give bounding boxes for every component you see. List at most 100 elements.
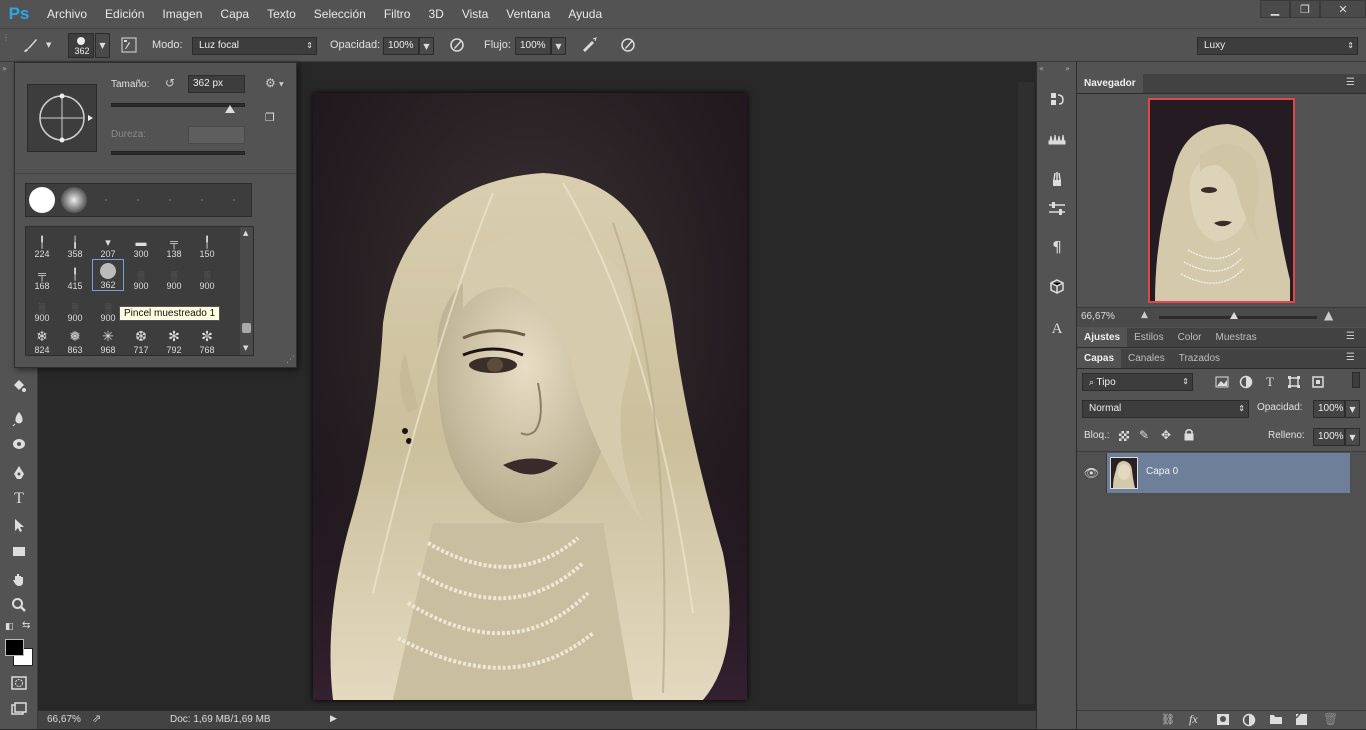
layer-name[interactable]: Capa 0 bbox=[1146, 466, 1178, 477]
tab-capas[interactable]: Capas bbox=[1077, 349, 1122, 368]
brush-angle-preview[interactable] bbox=[27, 84, 97, 152]
vertical-scrollbar[interactable] bbox=[1018, 82, 1034, 704]
type-tool-icon[interactable]: T bbox=[7, 488, 31, 510]
brush-thumb-snowflake[interactable]: ✼ 768 bbox=[191, 323, 223, 355]
filter-smartobject-icon[interactable] bbox=[1309, 373, 1327, 391]
filter-pixel-icon[interactable] bbox=[1213, 373, 1231, 391]
new-preset-icon[interactable]: ❐ bbox=[265, 111, 275, 124]
settings-dropdown-arrow-icon[interactable]: ▼ bbox=[279, 81, 284, 88]
layer-opacity-arrow-icon[interactable]: ▼ bbox=[1345, 400, 1360, 418]
brush-thumb-scatter[interactable]: ░ 900 bbox=[26, 291, 58, 323]
brush-thumb-snowflake[interactable]: ✻ 792 bbox=[158, 323, 190, 355]
lock-all-icon[interactable] bbox=[1183, 428, 1195, 444]
collapse-arrows-icon[interactable]: » bbox=[1065, 64, 1070, 73]
status-menu-arrow-icon[interactable]: ▶ bbox=[330, 714, 337, 724]
add-mask-icon[interactable] bbox=[1217, 714, 1229, 725]
filter-toggle[interactable] bbox=[1352, 372, 1360, 388]
filter-adjustment-icon[interactable] bbox=[1237, 373, 1255, 391]
hard-round-brush-icon[interactable] bbox=[26, 187, 58, 213]
menu-ventana[interactable]: Ventana bbox=[497, 0, 559, 28]
rectangle-tool-icon[interactable] bbox=[7, 540, 31, 562]
quick-mask-icon[interactable] bbox=[7, 672, 31, 694]
link-layers-icon[interactable]: ⛓ bbox=[1161, 713, 1175, 726]
brush-thumb-drip[interactable]: ╿ 224 bbox=[26, 227, 58, 259]
mode-select[interactable]: Luz focal ⇕ bbox=[192, 37, 317, 55]
brush-thumb-scatter[interactable]: ░ 900 bbox=[125, 259, 157, 291]
pen-tool-icon[interactable] bbox=[7, 462, 31, 484]
tab-canales[interactable]: Canales bbox=[1121, 349, 1172, 368]
3d-icon[interactable] bbox=[1048, 278, 1066, 296]
brush-picker-arrow-icon[interactable]: ▼ bbox=[95, 33, 110, 58]
brush-presets-icon[interactable] bbox=[1048, 170, 1066, 188]
expand-arrows-icon[interactable]: « bbox=[1039, 64, 1044, 73]
menu-imagen[interactable]: Imagen bbox=[153, 0, 211, 28]
delete-layer-icon[interactable]: 🗑 bbox=[1323, 712, 1338, 726]
brush-tool-preset-icon[interactable] bbox=[20, 34, 42, 56]
small-brush-icon[interactable]: · bbox=[218, 196, 250, 205]
brush-thumb-drip[interactable]: ▬ 300 bbox=[125, 227, 157, 259]
scroll-thumb[interactable] bbox=[242, 323, 251, 333]
layer-opacity-input[interactable]: 100% bbox=[1313, 400, 1345, 418]
size-input[interactable]: 362 px bbox=[188, 75, 245, 93]
brush-thumb-snowflake[interactable]: ❄ 824 bbox=[26, 323, 58, 355]
preset-dropdown-arrow-icon[interactable]: ▼ bbox=[46, 41, 51, 49]
minimize-button[interactable]: ▁ bbox=[1260, 0, 1290, 18]
navigator-view-box[interactable] bbox=[1148, 98, 1295, 303]
reset-size-icon[interactable]: ↺ bbox=[165, 76, 175, 90]
new-layer-icon[interactable] bbox=[1295, 713, 1308, 729]
zoom-slider-thumb[interactable] bbox=[1230, 312, 1238, 319]
hand-tool-icon[interactable] bbox=[7, 568, 31, 590]
menu-seleccion[interactable]: Selección bbox=[305, 0, 375, 28]
restore-button[interactable]: ❐ bbox=[1290, 0, 1320, 18]
resize-grip-icon[interactable]: ⋰ bbox=[286, 355, 295, 365]
brush-thumb-scatter[interactable]: ░ 900 bbox=[59, 291, 91, 323]
lock-pixels-icon[interactable]: ✎ bbox=[1139, 428, 1149, 442]
panel-menu-icon[interactable]: ☰ bbox=[1346, 77, 1355, 88]
layer-row[interactable]: 👁 Capa 0 bbox=[1077, 453, 1350, 493]
menu-capa[interactable]: Capa bbox=[211, 0, 258, 28]
canvas-image[interactable] bbox=[313, 93, 747, 700]
menu-3d[interactable]: 3D bbox=[419, 0, 452, 28]
brush-thumb-snowflake[interactable]: ❆ 717 bbox=[125, 323, 157, 355]
zoom-in-icon[interactable]: ▲ bbox=[1324, 308, 1333, 322]
brush-thumb-scatter[interactable]: ░ 900 bbox=[191, 259, 223, 291]
collapse-arrows-icon[interactable]: » bbox=[2, 64, 7, 73]
layer-filter-select[interactable]: ⌕ Tipo ⇕ bbox=[1082, 373, 1193, 391]
scroll-up-icon[interactable]: ▲ bbox=[243, 229, 248, 237]
brush-thumb-drip[interactable]: ╿ 415 bbox=[59, 259, 91, 291]
foreground-color-swatch[interactable] bbox=[5, 639, 24, 656]
paint-bucket-tool-icon[interactable] bbox=[7, 374, 31, 396]
soft-round-brush-icon[interactable] bbox=[58, 187, 90, 213]
brush-thumb-snowflake[interactable]: ✳ 968 bbox=[92, 323, 124, 355]
brush-size-picker[interactable]: 362 bbox=[68, 33, 94, 58]
brush-thumb-selected[interactable]: 362 bbox=[92, 259, 124, 291]
tab-estilos[interactable]: Estilos bbox=[1127, 328, 1170, 347]
zoom-tool-icon[interactable] bbox=[7, 594, 31, 616]
menu-texto[interactable]: Texto bbox=[258, 0, 305, 28]
new-adjustment-icon[interactable] bbox=[1242, 713, 1256, 730]
brush-thumb-drip[interactable]: ╤ 138 bbox=[158, 227, 190, 259]
panel-menu-icon[interactable]: ☰ bbox=[1346, 331, 1355, 342]
zoom-slider-track[interactable] bbox=[1159, 316, 1317, 319]
layer-style-icon[interactable]: fx bbox=[1189, 712, 1198, 727]
pressure-opacity-icon[interactable] bbox=[446, 34, 468, 56]
panel-menu-icon[interactable]: ☰ bbox=[1346, 352, 1355, 363]
fill-arrow-icon[interactable]: ▼ bbox=[1345, 428, 1360, 446]
opacity-input[interactable]: 100% bbox=[383, 37, 419, 55]
screen-mode-icon[interactable] bbox=[7, 698, 31, 720]
pressure-size-icon[interactable] bbox=[617, 34, 639, 56]
share-icon[interactable]: ⇗ bbox=[92, 712, 101, 725]
fill-input[interactable]: 100% bbox=[1313, 428, 1345, 446]
history-icon[interactable] bbox=[1048, 90, 1066, 108]
brush-thumb-drip[interactable]: ▾ 207 bbox=[92, 227, 124, 259]
flow-slider-arrow-icon[interactable]: ▼ bbox=[551, 37, 566, 55]
navigator-zoom[interactable]: 66,67% bbox=[1081, 311, 1115, 322]
filter-type-icon[interactable]: T bbox=[1261, 373, 1279, 391]
new-group-icon[interactable] bbox=[1269, 713, 1283, 728]
default-colors-icon[interactable]: ◧ bbox=[5, 622, 14, 632]
visibility-eye-icon[interactable]: 👁 bbox=[1077, 453, 1107, 493]
paragraph-icon[interactable]: ¶ bbox=[1048, 238, 1066, 256]
lock-position-icon[interactable]: ✥ bbox=[1161, 428, 1171, 442]
dodge-tool-icon[interactable] bbox=[7, 434, 31, 456]
swap-colors-icon[interactable]: ⇆ bbox=[22, 620, 30, 631]
